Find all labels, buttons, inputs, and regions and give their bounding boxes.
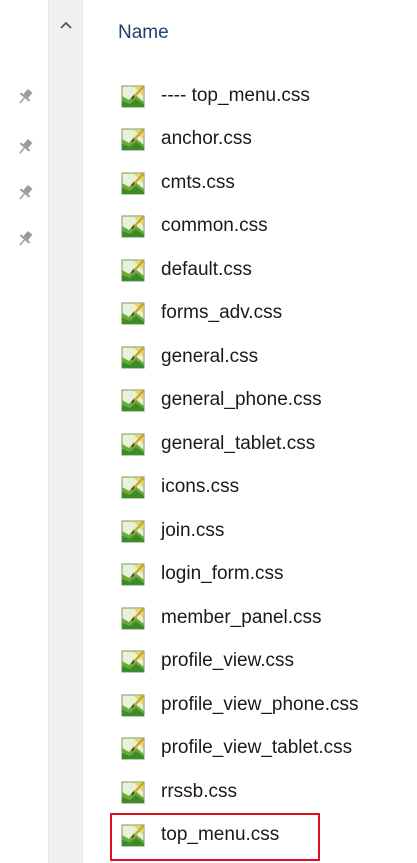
file-name: ---- top_menu.css (161, 84, 310, 106)
file-row[interactable]: profile_view_phone.css (84, 683, 417, 727)
pin-icon[interactable] (14, 86, 36, 108)
file-row[interactable]: top_menu.css (84, 814, 417, 858)
css-file-icon (120, 126, 146, 152)
pin-icon[interactable] (14, 136, 36, 158)
file-row[interactable]: general_phone.css (84, 379, 417, 423)
file-row[interactable]: general_tablet.css (84, 422, 417, 466)
file-row[interactable]: cmts.css (84, 161, 417, 205)
file-row[interactable]: join.css (84, 509, 417, 553)
file-name: anchor.css (161, 128, 252, 150)
file-name: general_tablet.css (161, 432, 316, 454)
file-row[interactable]: rrssb.css (84, 770, 417, 814)
css-file-icon (120, 692, 146, 718)
file-name: login_form.css (161, 563, 284, 585)
file-list-panel: Name ---- top_menu.css anchor.css cmts.c… (84, 0, 417, 863)
file-name: default.css (161, 258, 252, 280)
file-row[interactable]: common.css (84, 205, 417, 249)
css-file-icon (120, 213, 146, 239)
css-file-icon (120, 735, 146, 761)
file-row[interactable]: forms_adv.css (84, 292, 417, 336)
file-name: member_panel.css (161, 606, 322, 628)
css-file-icon (120, 170, 146, 196)
file-row[interactable]: anchor.css (84, 118, 417, 162)
css-file-icon (120, 822, 146, 848)
css-file-icon (120, 648, 146, 674)
file-row[interactable]: general.css (84, 335, 417, 379)
file-name: join.css (161, 519, 225, 541)
css-file-icon (120, 605, 146, 631)
css-file-icon (120, 83, 146, 109)
file-explorer-pane: Name ---- top_menu.css anchor.css cmts.c… (0, 0, 417, 863)
file-name: forms_adv.css (161, 302, 283, 324)
file-name: cmts.css (161, 171, 235, 193)
css-file-icon (120, 387, 146, 413)
css-file-icon (120, 300, 146, 326)
quick-access-pin-column (0, 0, 48, 863)
file-row[interactable]: login_form.css (84, 553, 417, 597)
pin-icon[interactable] (14, 182, 36, 204)
css-file-icon (120, 779, 146, 805)
vertical-scrollbar[interactable] (48, 0, 83, 863)
file-name: rrssb.css (161, 780, 237, 802)
file-row[interactable]: profile_view_tablet.css (84, 727, 417, 771)
file-name: top_menu.css (161, 824, 280, 846)
file-row[interactable]: ---- top_menu.css (84, 74, 417, 118)
file-row[interactable]: default.css (84, 248, 417, 292)
file-name: icons.css (161, 476, 240, 498)
file-name: general_phone.css (161, 389, 322, 411)
css-file-icon (120, 518, 146, 544)
file-name: profile_view.css (161, 650, 295, 672)
file-list: ---- top_menu.css anchor.css cmts.css co… (84, 74, 417, 857)
file-row[interactable]: member_panel.css (84, 596, 417, 640)
file-name: general.css (161, 345, 259, 367)
name-column-header[interactable]: Name (118, 22, 169, 44)
chevron-up-icon[interactable] (49, 10, 82, 40)
css-file-icon (120, 561, 146, 587)
file-name: profile_view_phone.css (161, 693, 359, 715)
pin-icon[interactable] (14, 228, 36, 250)
file-row[interactable]: profile_view.css (84, 640, 417, 684)
css-file-icon (120, 431, 146, 457)
file-name: common.css (161, 215, 268, 237)
css-file-icon (120, 257, 146, 283)
css-file-icon (120, 474, 146, 500)
css-file-icon (120, 344, 146, 370)
file-name: profile_view_tablet.css (161, 737, 353, 759)
file-row[interactable]: icons.css (84, 466, 417, 510)
